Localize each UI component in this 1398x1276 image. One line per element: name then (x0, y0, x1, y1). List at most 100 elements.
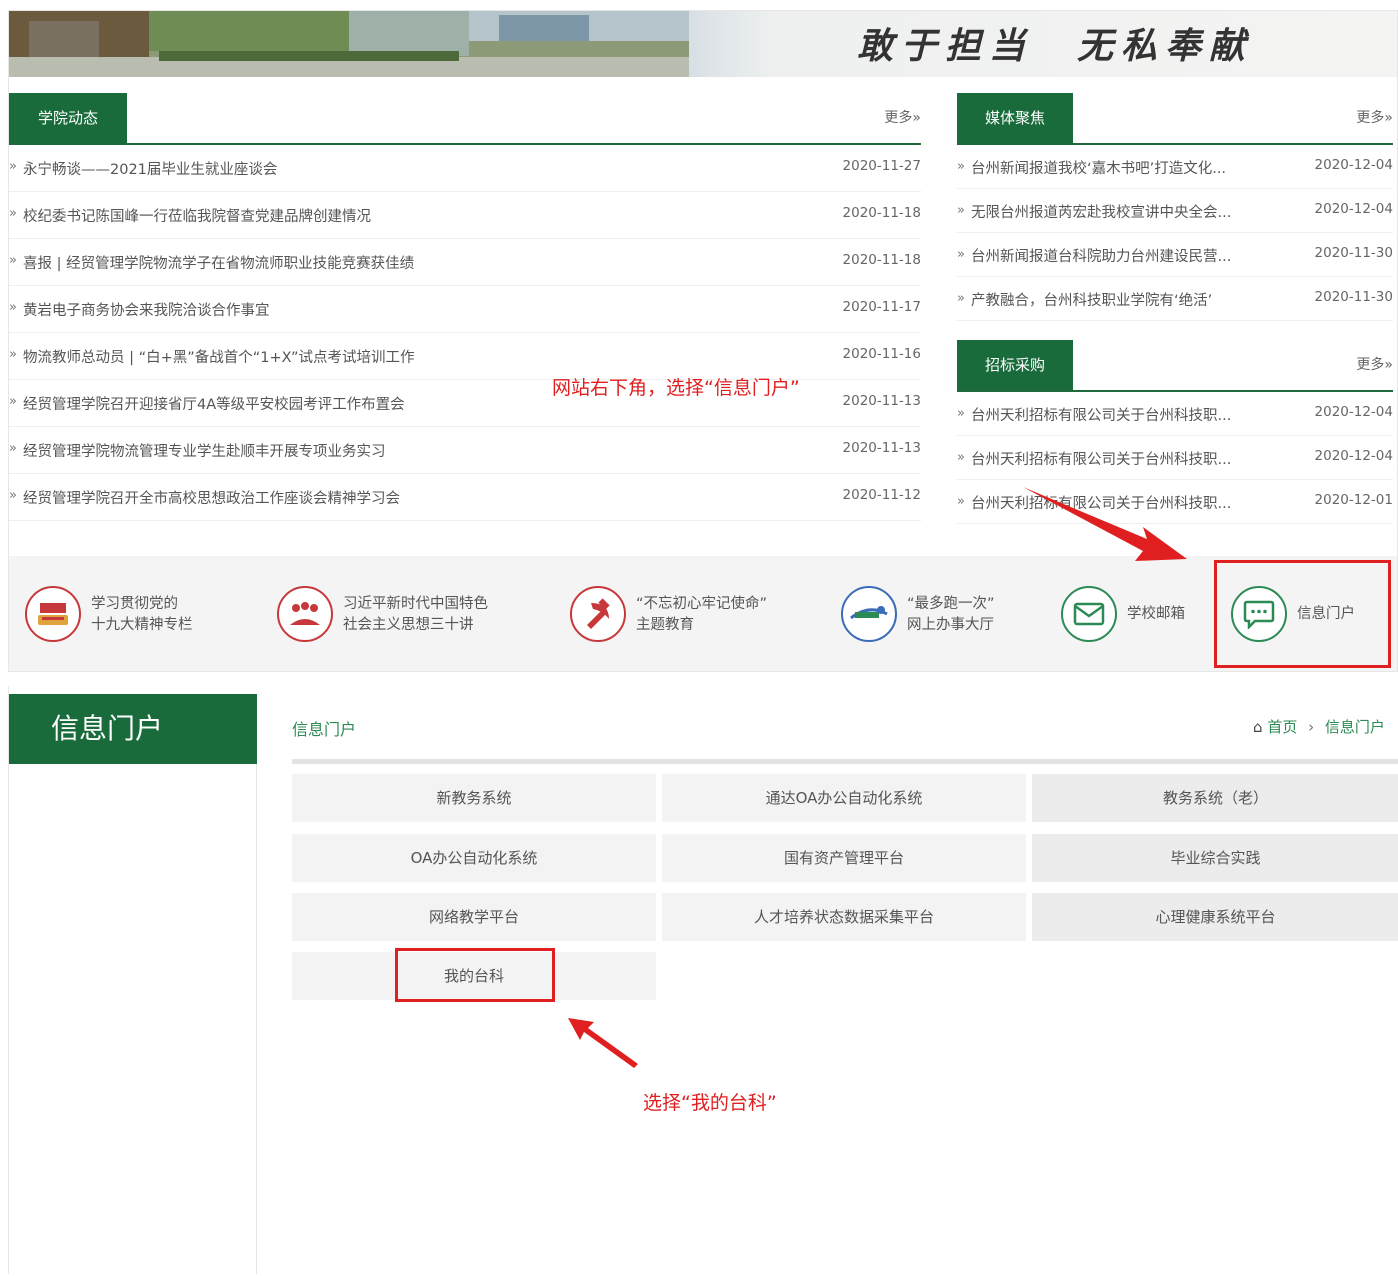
system-link[interactable]: 人才培养状态数据采集平台 (662, 893, 1026, 941)
news-date: 2020-12-04 (1314, 157, 1393, 173)
bidding-header: 招标采购 更多» (957, 340, 1393, 392)
arrow-to-my-taike-icon (568, 1018, 638, 1068)
info-portal-screenshot: 信息门户 信息门户 ⌂ 首页 › 信息门户 新教务系统 通达OA办公自动化系统 教务… (8, 686, 1398, 1274)
news-row[interactable]: » 经贸管理学院召开全市高校思想政治工作座谈会精神学习会 2020-11-12 (9, 474, 921, 521)
quick-link-19th-congress[interactable]: 学习贯彻党的 十九大精神专栏 (25, 584, 245, 646)
media-row[interactable]: » 台州新闻报道我校‘嘉木书吧’打造文化... 2020-12-04 (957, 145, 1393, 189)
bullet-icon: » (9, 488, 17, 503)
mail-icon (1061, 586, 1117, 642)
bullet-icon: » (9, 206, 17, 221)
news-title[interactable]: 经贸管理学院物流管理专业学生赴顺丰开展专项业务实习 (23, 440, 386, 461)
quick-link-label: “不忘初心牢记使命” 主题教育 (636, 596, 768, 633)
system-link[interactable]: 国有资产管理平台 (662, 834, 1026, 882)
news-title[interactable]: 经贸管理学院召开全市高校思想政治工作座谈会精神学习会 (23, 487, 400, 508)
news-date: 2020-12-04 (1314, 448, 1393, 464)
quick-link-label: 学校邮箱 (1127, 606, 1185, 622)
news-date: 2020-11-30 (1314, 289, 1393, 305)
breadcrumb: ⌂ 首页 › 信息门户 (1253, 716, 1385, 737)
news-date: 2020-11-18 (842, 252, 921, 268)
news-title[interactable]: 校纪委书记陈国峰一行莅临我院督查党建品牌创建情况 (23, 205, 371, 226)
media-row[interactable]: » 台州新闻报道台科院助力台州建设民营... 2020-11-30 (957, 233, 1393, 277)
college-news-list: » 永宁畅谈——2021届毕业生就业座谈会 2020-11-27 » 校纪委书记陈国峰一… (9, 145, 921, 521)
college-news-header: 学院动态 更多» (9, 93, 921, 145)
quick-link-xi-thought[interactable]: 习近平新时代中国特色 社会主义思想三十讲 (277, 584, 547, 646)
arrow-to-portal-icon (1023, 487, 1187, 561)
college-news-more-link[interactable]: 更多» (884, 107, 921, 127)
news-date: 2020-11-18 (842, 205, 921, 221)
quick-link-label: 习近平新时代中国特色 社会主义思想三十讲 (343, 596, 488, 633)
media-list: » 台州新闻报道我校‘嘉木书吧’打造文化... 2020-12-04 » 无限台州报道芮… (957, 145, 1393, 321)
side-column (9, 764, 257, 1274)
portal-divider (292, 759, 1398, 764)
news-row[interactable]: » 永宁畅谈——2021届毕业生就业座谈会 2020-11-27 (9, 145, 921, 192)
news-row[interactable]: » 经贸管理学院物流管理专业学生赴顺丰开展专项业务实习 2020-11-13 (9, 427, 921, 474)
bullet-icon: » (957, 406, 965, 421)
homepage-screenshot: 敢于担当 无私奉献 学院动态 更多» » 永宁畅谈——2021届毕业生就业座谈会 2… (8, 10, 1398, 672)
news-title[interactable]: 经贸管理学院召开迎接省厅4A等级平安校园考评工作布置会 (23, 393, 405, 414)
news-title[interactable]: 黄岩电子商务协会来我院洽谈合作事宜 (23, 299, 270, 320)
news-title[interactable]: 台州天利招标有限公司关于台州科技职... (971, 448, 1231, 469)
bullet-icon: » (9, 394, 17, 409)
news-title[interactable]: 产教融合，台州科技职业学院有‘绝活’ (971, 289, 1212, 310)
bidding-more-link[interactable]: 更多» (1356, 354, 1393, 374)
system-link[interactable]: 教务系统（老） (1032, 774, 1398, 822)
tab-bidding[interactable]: 招标采购 (957, 340, 1073, 390)
bidding-row[interactable]: » 台州天利招标有限公司关于台州科技职... 2020-12-04 (957, 392, 1393, 436)
system-link[interactable]: 网络教学平台 (292, 893, 656, 941)
tab-media[interactable]: 媒体聚焦 (957, 93, 1073, 143)
highlight-box-my-taike (395, 948, 555, 1002)
quick-link-online-service[interactable]: “最多跑一次” 网上办事大厅 (841, 584, 1041, 646)
quick-link-school-mail[interactable]: 学校邮箱 (1061, 584, 1201, 646)
system-link[interactable]: OA办公自动化系统 (292, 834, 656, 882)
quick-link-label: “最多跑一次” 网上办事大厅 (907, 596, 995, 633)
flag-book-icon (25, 586, 81, 642)
news-date: 2020-11-12 (842, 487, 921, 503)
breadcrumb-current: 信息门户 (1324, 718, 1385, 736)
news-row[interactable]: » 喜报 | 经贸管理学院物流学子在省物流师职业技能竞赛获佳绩 2020-11-18 (9, 239, 921, 286)
campus-photo (9, 11, 689, 77)
bullet-icon: » (957, 247, 965, 262)
news-title[interactable]: 无限台州报道芮宏赴我校宣讲中央全会... (971, 201, 1231, 222)
news-title[interactable]: 物流教师总动员 | “白+黑”备战首个“1+X”试点考试培训工作 (23, 346, 415, 367)
news-date: 2020-11-17 (842, 299, 921, 315)
news-title[interactable]: 台州天利招标有限公司关于台州科技职... (971, 404, 1231, 425)
bullet-icon: » (9, 253, 17, 268)
bullet-icon: » (957, 203, 965, 218)
quick-link-original-mission[interactable]: “不忘初心牢记使命” 主题教育 (570, 584, 810, 646)
annotation-select-portal: 网站右下角，选择“信息门户” (552, 377, 800, 399)
hammer-sickle-icon (570, 586, 626, 642)
news-date: 2020-11-16 (842, 346, 921, 362)
news-title[interactable]: 台州新闻报道台科院助力台州建设民营... (971, 245, 1231, 266)
home-icon: ⌂ (1253, 718, 1263, 736)
news-row[interactable]: » 黄岩电子商务协会来我院洽谈合作事宜 2020-11-17 (9, 286, 921, 333)
bidding-row[interactable]: » 台州天利招标有限公司关于台州科技职... 2020-12-04 (957, 436, 1393, 480)
media-panel: 媒体聚焦 更多» » 台州新闻报道我校‘嘉木书吧’打造文化... 2020-12-0… (957, 93, 1393, 321)
breadcrumb-home[interactable]: 首页 (1267, 718, 1297, 736)
bullet-icon: » (957, 450, 965, 465)
news-title[interactable]: 喜报 | 经贸管理学院物流学子在省物流师职业技能竞赛获佳绩 (23, 252, 414, 273)
media-more-link[interactable]: 更多» (1356, 107, 1393, 127)
media-row[interactable]: » 产教融合，台州科技职业学院有‘绝活’ 2020-11-30 (957, 277, 1393, 321)
breadcrumb-separator: › (1308, 718, 1315, 736)
bullet-icon: » (957, 291, 965, 306)
bullet-icon: » (9, 159, 17, 174)
system-link[interactable]: 新教务系统 (292, 774, 656, 822)
media-row[interactable]: » 无限台州报道芮宏赴我校宣讲中央全会... 2020-12-04 (957, 189, 1393, 233)
system-link[interactable]: 心理健康系统平台 (1032, 893, 1398, 941)
bullet-icon: » (957, 159, 965, 174)
side-title: 信息门户 (9, 694, 257, 764)
news-date: 2020-11-13 (842, 393, 921, 409)
system-link[interactable]: 通达OA办公自动化系统 (662, 774, 1026, 822)
system-link[interactable]: 毕业综合实践 (1032, 834, 1398, 882)
news-row[interactable]: » 校纪委书记陈国峰一行莅临我院督查党建品牌创建情况 2020-11-18 (9, 192, 921, 239)
college-news-panel: 学院动态 更多» » 永宁畅谈——2021届毕业生就业座谈会 2020-11-27»… (9, 93, 921, 521)
news-title[interactable]: 台州新闻报道我校‘嘉木书吧’打造文化... (971, 157, 1226, 178)
news-date: 2020-12-04 (1314, 404, 1393, 420)
news-date: 2020-11-13 (842, 440, 921, 456)
news-date: 2020-11-27 (842, 158, 921, 174)
news-title[interactable]: 永宁畅谈——2021届毕业生就业座谈会 (23, 158, 277, 179)
tab-college-news[interactable]: 学院动态 (9, 93, 127, 143)
highlight-box-info-portal (1214, 560, 1391, 668)
annotation-select-my-taike: 选择“我的台科” (643, 1092, 777, 1114)
service-logo-icon (841, 586, 897, 642)
